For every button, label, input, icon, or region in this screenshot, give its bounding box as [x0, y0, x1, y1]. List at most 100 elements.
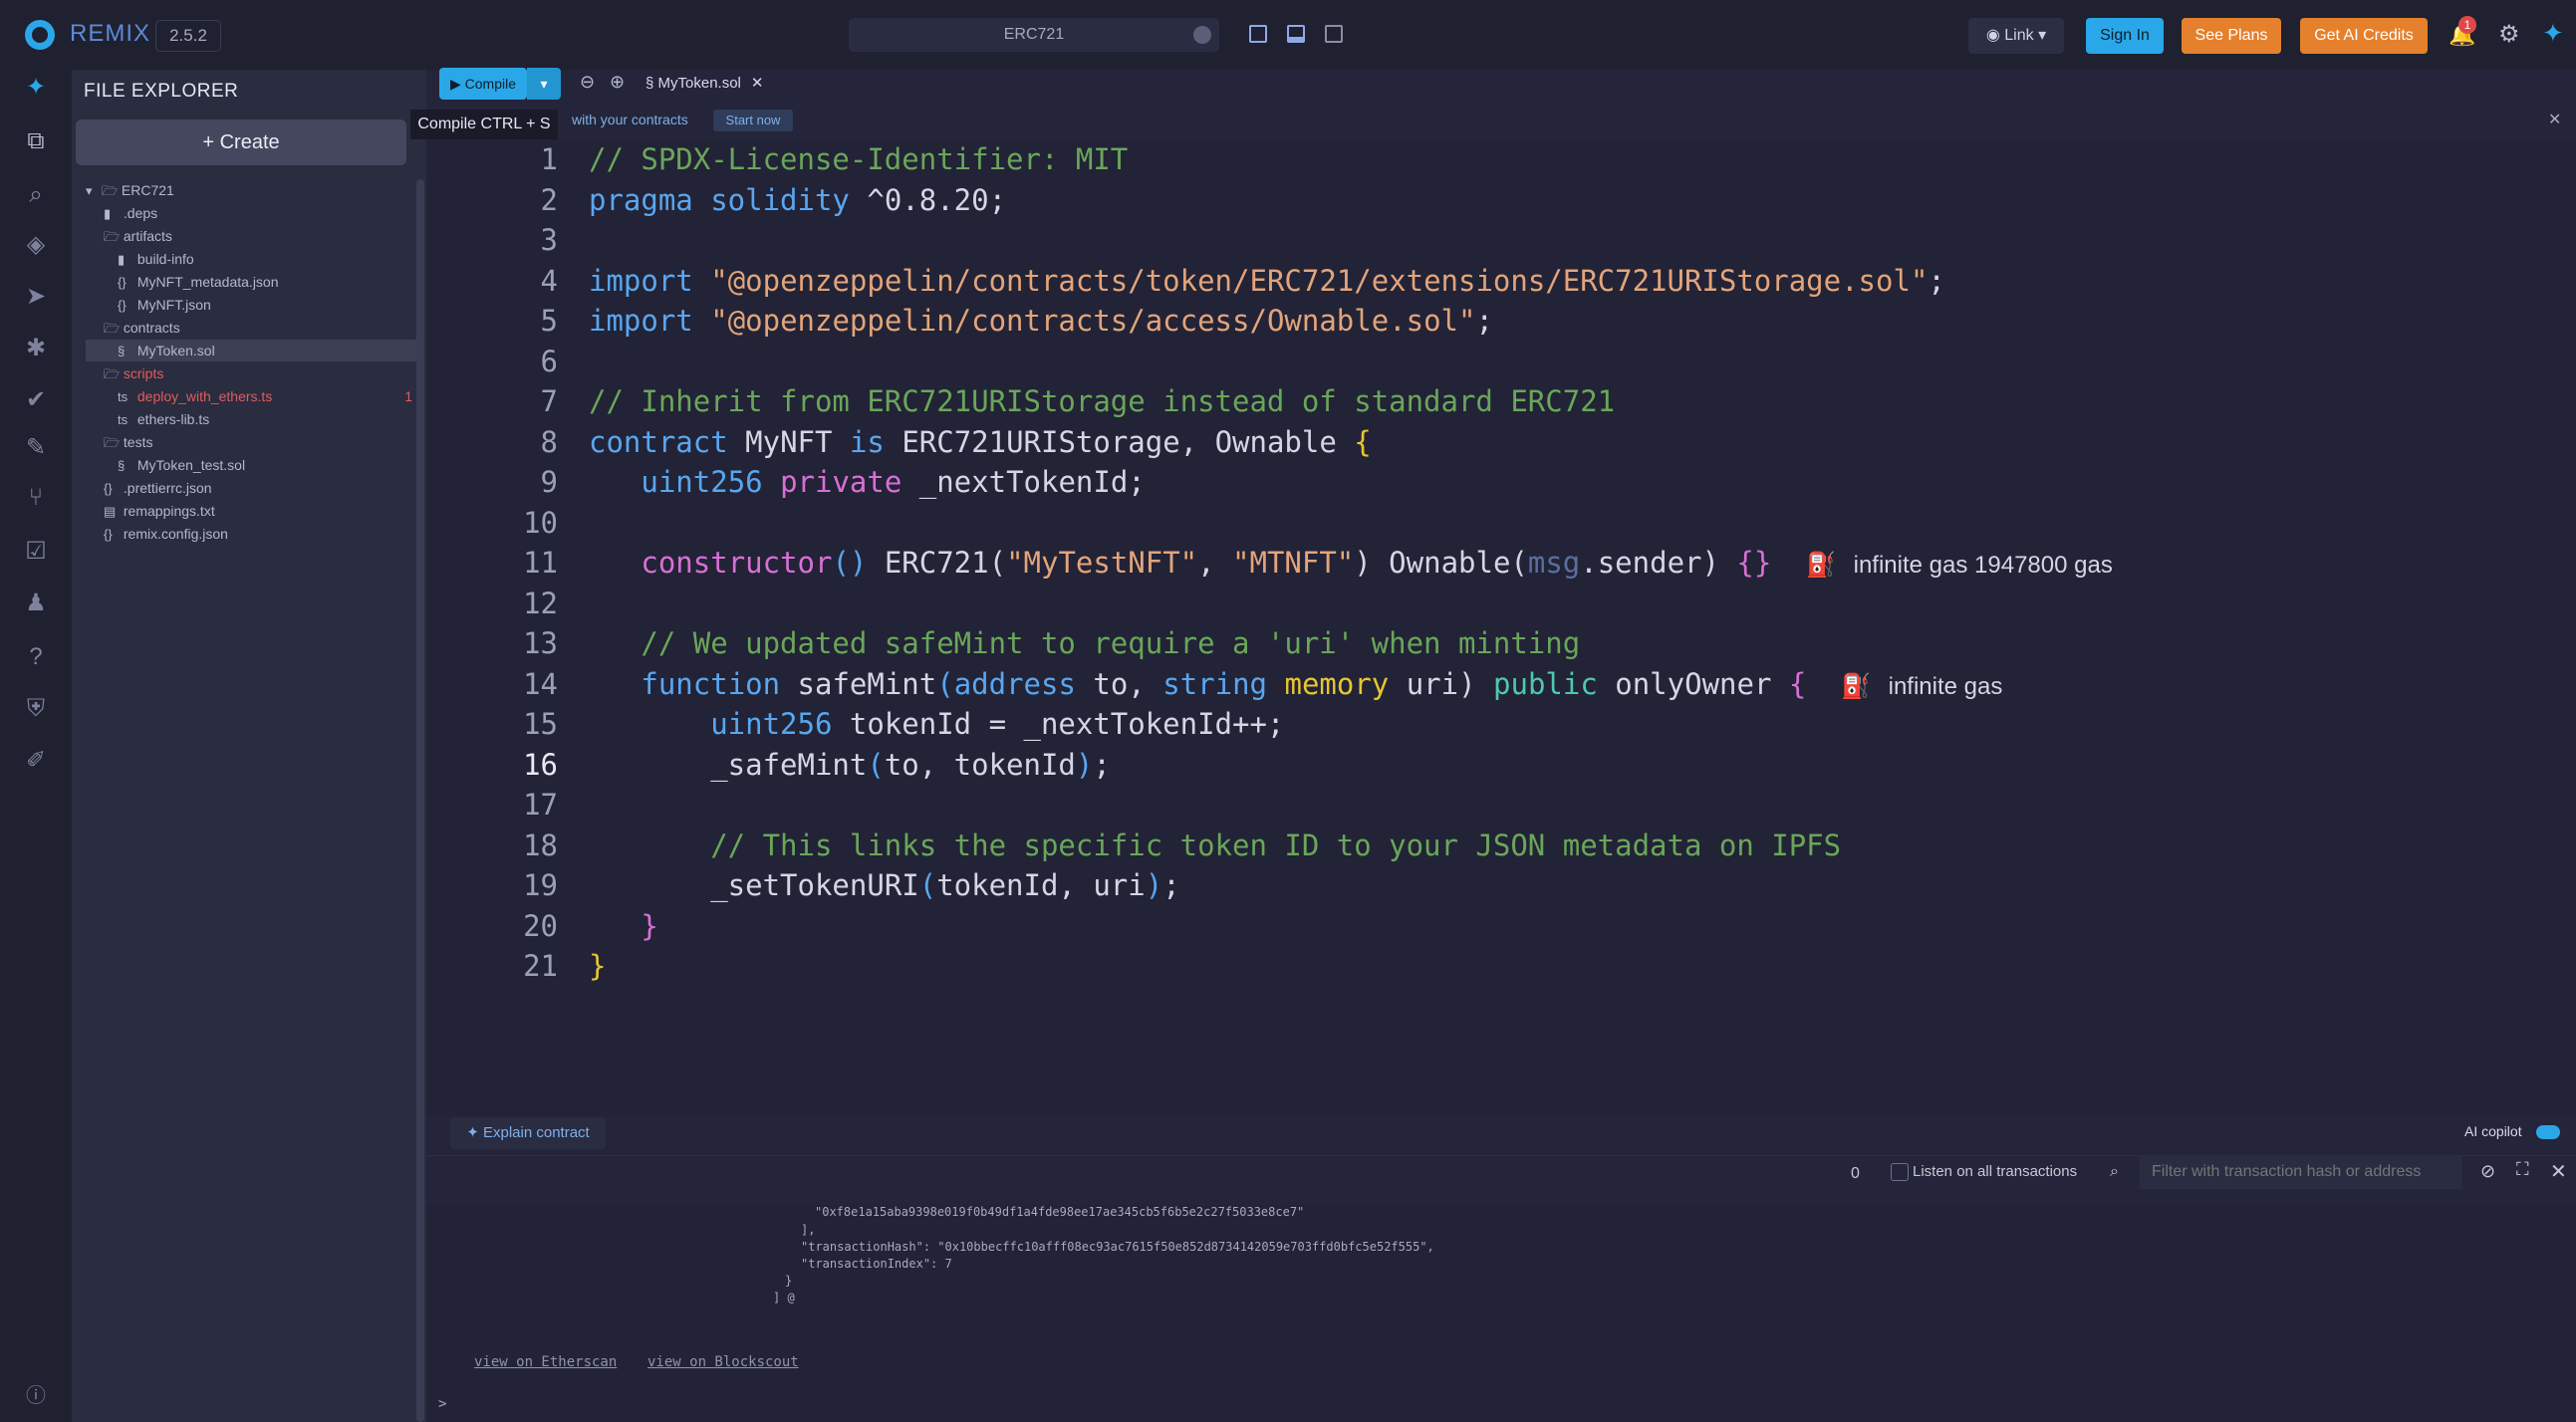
- line-number: 19: [523, 868, 558, 902]
- start-now-button[interactable]: Start now: [713, 110, 793, 131]
- workspace-selector[interactable]: ERC721: [849, 18, 1219, 52]
- zoom-in-icon[interactable]: ⊕: [610, 72, 625, 93]
- terminal-output[interactable]: "0xf8e1a15aba9398e019f0b49df1a4fde98ee17…: [426, 1205, 2576, 1422]
- create-label: Create: [219, 131, 280, 153]
- etherscan-link[interactable]: view on Etherscan: [474, 1354, 617, 1370]
- shield-icon[interactable]: ⛨: [20, 693, 52, 725]
- brand-name: REMIX: [70, 20, 151, 47]
- folder-open-icon: 🗁: [104, 435, 121, 450]
- line-number: 21: [523, 949, 558, 983]
- banner-close-icon[interactable]: ✕: [2548, 110, 2561, 129]
- line-number: 14: [523, 666, 558, 701]
- close-icon[interactable]: ✕: [751, 75, 764, 92]
- terminal-prompt[interactable]: >: [438, 1396, 446, 1412]
- ai-copilot-toggle[interactable]: [2536, 1125, 2560, 1139]
- plugin-manager-icon[interactable]: ✎: [20, 432, 52, 464]
- tree-item[interactable]: {} MyNFT.json: [118, 294, 416, 316]
- info-icon[interactable]: ⓘ: [20, 1380, 52, 1412]
- listen-checkbox[interactable]: [1891, 1163, 1909, 1181]
- tree-item[interactable]: § MyToken_test.sol: [118, 454, 416, 476]
- code-editor[interactable]: 1 2 3 4 5 6 7 8 9 10 11 12 13 14 15 16 1…: [426, 139, 2576, 1115]
- json-file-icon: {}: [104, 481, 113, 496]
- tree-item[interactable]: ▤ remappings.txt: [104, 500, 416, 522]
- test-icon[interactable]: ✔: [20, 384, 52, 416]
- line-number: 7: [540, 384, 558, 418]
- clear-console-icon[interactable]: ⊘: [2480, 1161, 2495, 1182]
- log-line: "0xf8e1a15aba9398e019f0b49df1a4fde98ee17…: [815, 1205, 1305, 1219]
- github-icon: ◉: [1985, 27, 2005, 44]
- zoom-out-icon[interactable]: ⊖: [580, 72, 595, 93]
- tree-item[interactable]: {} remix.config.json: [104, 523, 416, 545]
- text-file-icon: ▤: [104, 504, 117, 519]
- terminal-filter-input[interactable]: [2140, 1155, 2462, 1189]
- search-icon[interactable]: ⌕: [20, 179, 52, 211]
- code-line: pragma solidity ^0.8.20;: [589, 182, 1007, 217]
- notification-badge: 1: [2458, 16, 2476, 34]
- tools-icon[interactable]: ✐: [20, 745, 52, 777]
- tree-item[interactable]: 🗁 contracts: [104, 317, 416, 339]
- tree-item[interactable]: 🗁 artifacts: [104, 225, 416, 247]
- solidity-file-icon: §: [118, 344, 126, 358]
- plugin-logo-icon[interactable]: ✦: [20, 72, 52, 104]
- tree-item[interactable]: ts ethers-lib.ts: [118, 408, 416, 430]
- json-file-icon: {}: [118, 298, 127, 313]
- code-line: contract MyNFT is ERC721URIStorage, Owna…: [589, 424, 1372, 459]
- solidity-file-icon: §: [118, 458, 126, 473]
- tree-item[interactable]: ts deploy_with_ethers.ts 1: [118, 385, 416, 407]
- close-icon[interactable]: ✕: [2550, 1159, 2567, 1184]
- get-ai-credits-button[interactable]: Get AI Credits: [2300, 18, 2428, 54]
- deploy-run-icon[interactable]: ➤: [20, 281, 52, 313]
- git-icon[interactable]: ⑂: [20, 482, 52, 514]
- ai-icon: ✦: [466, 1124, 483, 1141]
- tree-item[interactable]: 🗁 tests: [104, 431, 416, 453]
- sign-in-button[interactable]: Sign In: [2086, 18, 2164, 54]
- layout-bottom-icon[interactable]: [1287, 25, 1305, 43]
- solidity-compiler-icon[interactable]: ◈: [20, 229, 52, 261]
- github-link-button[interactable]: ◉ Link ▾: [1968, 18, 2064, 54]
- help-icon[interactable]: ?: [20, 641, 52, 673]
- layout-right-icon[interactable]: [1325, 25, 1343, 43]
- explorer-scrollbar[interactable]: [416, 179, 424, 1422]
- gas-pump-icon: ⛽: [1806, 552, 1837, 579]
- static-analysis-icon[interactable]: ☑: [20, 536, 52, 568]
- code-line: function safeMint(address to, string mem…: [641, 666, 2003, 701]
- expand-icon[interactable]: ⛶: [2516, 1159, 2529, 1180]
- file-tab[interactable]: § MyToken.sol ✕: [645, 68, 785, 100]
- listen-label: Listen on all transactions: [1913, 1163, 2078, 1180]
- tree-item[interactable]: {} .prettierrc.json: [104, 477, 416, 499]
- compile-button[interactable]: ▶ Compile: [439, 68, 527, 100]
- tree-item[interactable]: ▾ 🗁 ERC721: [86, 179, 416, 201]
- learneth-icon[interactable]: ♟: [20, 588, 52, 619]
- line-number: 13: [523, 626, 558, 660]
- tree-item-selected[interactable]: § MyToken.sol: [86, 340, 416, 361]
- panel-title: FILE EXPLORER: [84, 81, 239, 102]
- gas-estimate: infinite gas: [1888, 672, 2003, 700]
- workspace-caret-icon[interactable]: [1193, 26, 1211, 44]
- debugger-icon[interactable]: ✱: [20, 333, 52, 364]
- code-line: // Inherit from ERC721URIStorage instead…: [589, 384, 1616, 418]
- log-line: }: [785, 1274, 793, 1288]
- compile-dropdown-button[interactable]: ▾: [527, 68, 561, 100]
- create-button[interactable]: + Create: [76, 119, 406, 165]
- tree-item[interactable]: ▮ build-info: [118, 248, 416, 270]
- plugin-icon[interactable]: ✦: [2542, 18, 2568, 48]
- line-number: 6: [540, 344, 558, 378]
- folder-open-icon: 🗁: [104, 366, 121, 381]
- gear-icon[interactable]: ⚙: [2498, 20, 2520, 49]
- blockscout-link[interactable]: view on Blockscout: [647, 1354, 799, 1370]
- code-line: _safeMint(to, tokenId);: [710, 747, 1111, 782]
- play-icon: ▶: [449, 76, 465, 92]
- explain-contract-button[interactable]: ✦ Explain contract: [450, 1117, 606, 1149]
- code-line: _setTokenURI(tokenId, uri);: [710, 868, 1180, 902]
- code-line: // This links the specific token ID to y…: [589, 828, 1842, 862]
- code-line: import "@openzeppelin/contracts/token/ER…: [589, 263, 1945, 298]
- tree-item[interactable]: {} MyNFT_metadata.json: [118, 271, 416, 293]
- see-plans-button[interactable]: See Plans: [2182, 18, 2281, 54]
- tree-item[interactable]: 🗁 scripts: [104, 362, 416, 384]
- tree-item[interactable]: ▮ .deps: [104, 202, 416, 224]
- layout-left-icon[interactable]: [1249, 25, 1267, 43]
- file-explorer-icon[interactable]: ⧉: [20, 125, 52, 157]
- explain-label: Explain contract: [483, 1124, 590, 1141]
